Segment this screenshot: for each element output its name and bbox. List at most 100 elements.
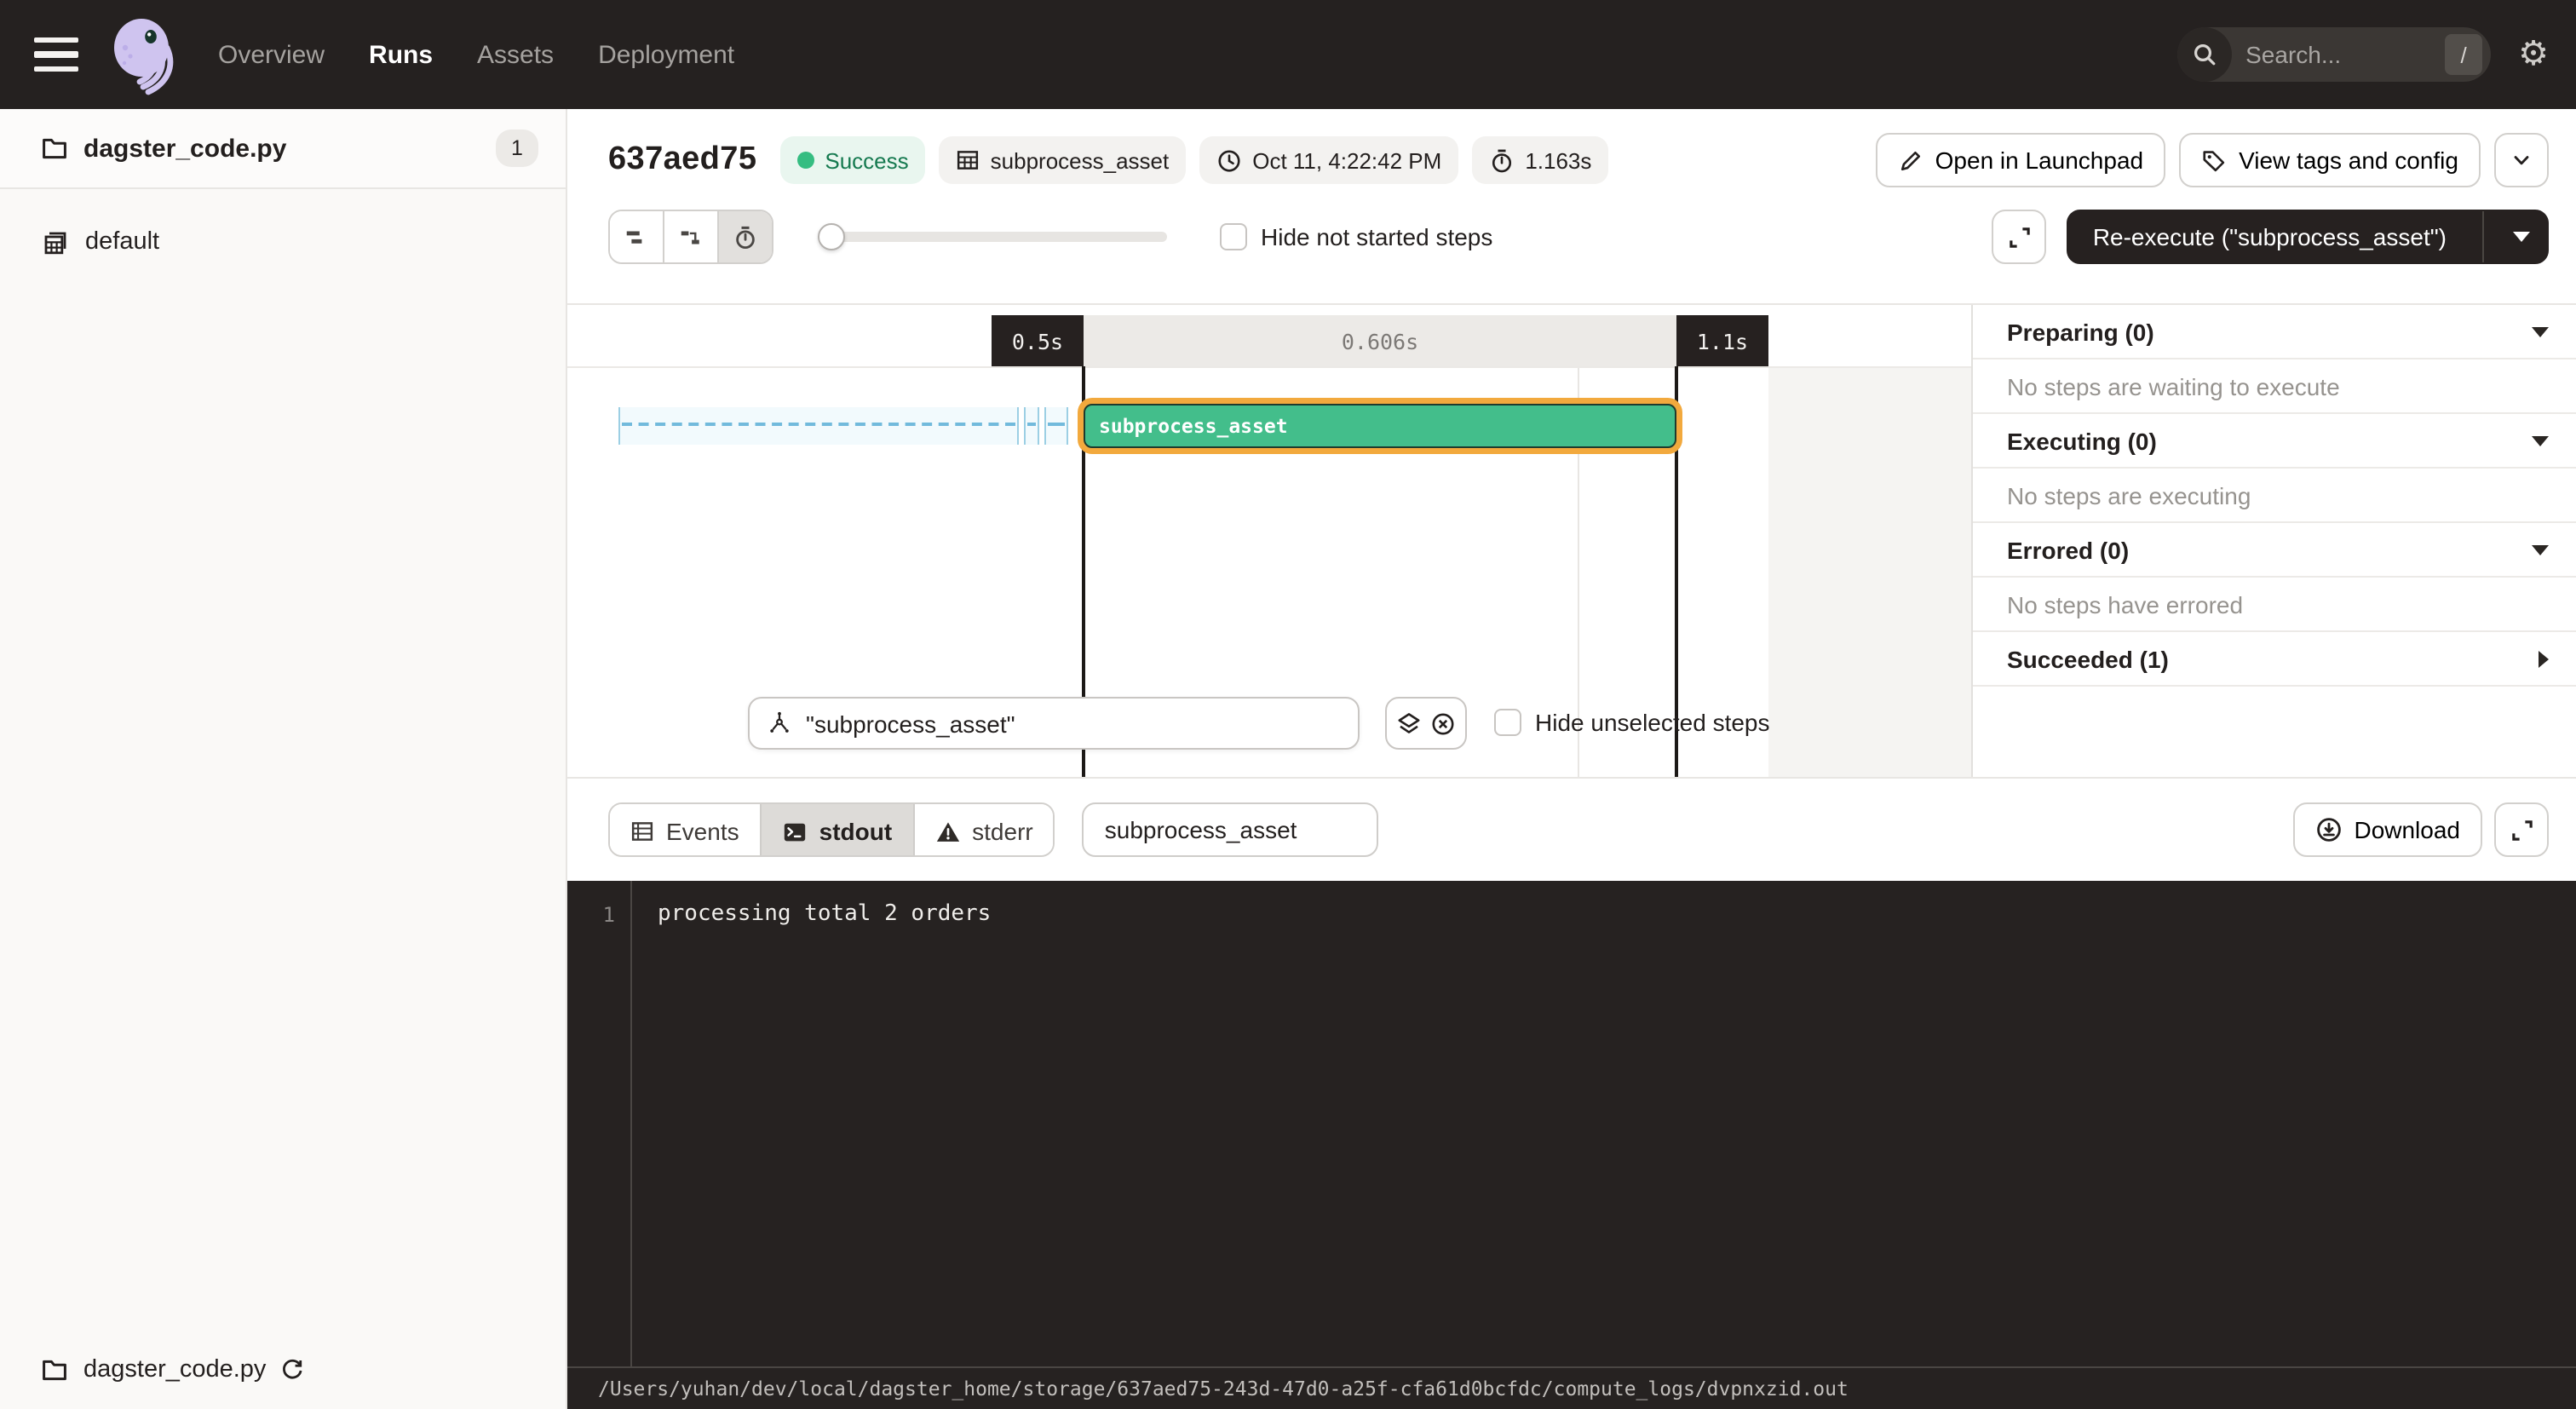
hide-unselected-checkbox[interactable]	[1494, 709, 1521, 736]
hide-not-started-control: Hide not started steps	[1220, 223, 1492, 250]
timer-icon	[733, 224, 758, 250]
log-step-selector[interactable]: subprocess_asset	[1083, 802, 1379, 857]
reload-repo-button[interactable]	[279, 1357, 305, 1383]
repo-count-badge: 1	[496, 129, 538, 167]
layers-icon[interactable]	[1394, 710, 1422, 737]
main-content: 637aed75 Success subprocess_a	[567, 109, 2576, 1409]
hamburger-menu-icon[interactable]	[34, 37, 78, 72]
hide-not-started-checkbox[interactable]	[1220, 223, 1247, 250]
selection-end-time-badge: 1.1s	[1676, 315, 1768, 366]
run-title-row: 637aed75 Success subprocess_a	[608, 133, 2549, 187]
hide-not-started-label: Hide not started steps	[1261, 223, 1492, 250]
search-placeholder: Search...	[2245, 41, 2445, 68]
view-mode-waterfall-button[interactable]	[663, 211, 717, 262]
nav-item-assets[interactable]: Assets	[477, 40, 554, 69]
step-status-panel: Preparing (0) No steps are waiting to ex…	[1971, 305, 2576, 777]
button-divider	[2482, 211, 2484, 262]
repo-name: dagster_code.py	[83, 134, 286, 163]
log-file-path-bar: /Users/yuhan/dev/local/dagster_home/stor…	[567, 1366, 2576, 1409]
download-button[interactable]: Download	[2292, 802, 2482, 857]
log-fullscreen-button[interactable]	[2494, 802, 2549, 857]
step-panel-section-header[interactable]: Succeeded (1)	[1973, 632, 2576, 687]
slider-thumb[interactable]	[818, 223, 845, 250]
search-input[interactable]: Search... /	[2177, 27, 2491, 82]
step-filter-value: "subprocess_asset"	[806, 710, 1015, 737]
log-line-number: 1	[567, 903, 615, 927]
tab-events[interactable]: Events	[610, 804, 760, 857]
job-icon	[41, 227, 70, 256]
gantt-toolbar: Hide not started steps Re-execute ("subp…	[608, 210, 2549, 264]
chevron-right-icon	[2539, 650, 2549, 667]
open-in-launchpad-button[interactable]: Open in Launchpad	[1876, 133, 2165, 187]
expand-icon	[2007, 224, 2033, 250]
run-header: 637aed75 Success subprocess_a	[567, 109, 2576, 303]
warning-icon	[934, 819, 960, 844]
dagster-logo[interactable]	[102, 14, 181, 95]
download-icon	[2314, 816, 2342, 843]
status-label: Success	[825, 147, 908, 173]
timer-icon	[1489, 147, 1515, 173]
slider-track	[818, 232, 1167, 242]
gantt-filter-row: "subprocess_asset"	[567, 697, 1971, 750]
asset-badge[interactable]: subprocess_asset	[940, 136, 1187, 184]
dagster-run-page: Overview Runs Assets Deployment Search..…	[0, 0, 2576, 1409]
queued-marker-segment	[1024, 407, 1039, 445]
tab-stdout-label: stdout	[819, 818, 893, 845]
reexecute-button[interactable]: Re-execute ("subprocess_asset")	[2067, 210, 2549, 264]
gear-icon[interactable]: ⚙	[2518, 37, 2549, 72]
hide-unselected-control: Hide unselected steps	[1494, 709, 1770, 736]
gantt-step-bar-subprocess-asset[interactable]: subprocess_asset	[1084, 404, 1676, 448]
folder-icon	[41, 135, 68, 162]
sidebar-item-default-job[interactable]: default	[0, 213, 566, 271]
gantt-chart[interactable]: 0.5s 0.606s 1.1s subprocess_asset	[567, 305, 1971, 777]
run-header-more-button[interactable]	[2494, 133, 2549, 187]
search-icon	[2177, 27, 2232, 82]
tab-stdout[interactable]: stdout	[760, 804, 913, 857]
gantt-fullscreen-button[interactable]	[1992, 210, 2047, 264]
tag-icon	[2201, 147, 2227, 173]
table-icon	[630, 820, 654, 843]
section-message: No steps are executing	[2007, 481, 2251, 509]
timestamp-badge: Oct 11, 4:22:42 PM	[1199, 136, 1458, 184]
log-tabs-row: Events stdout	[567, 779, 2576, 881]
gutter-divider	[630, 881, 632, 1366]
tab-stderr[interactable]: stderr	[912, 804, 1054, 857]
view-mode-flat-button[interactable]	[610, 211, 663, 262]
step-panel-section-header[interactable]: Executing (0)	[1973, 414, 2576, 469]
folder-icon	[41, 1356, 68, 1383]
terminal-icon	[782, 819, 808, 844]
step-filter-input[interactable]: "subprocess_asset"	[748, 697, 1360, 750]
view-tags-config-button[interactable]: View tags and config	[2179, 133, 2481, 187]
selection-duration-label: 0.606s	[1084, 315, 1676, 366]
nav-item-deployment[interactable]: Deployment	[598, 40, 734, 69]
section-message: No steps have errored	[2007, 590, 2243, 618]
nav-item-overview[interactable]: Overview	[218, 40, 325, 69]
table-icon	[957, 148, 980, 172]
clear-selection-icon[interactable]	[1430, 710, 1458, 737]
step-panel-message: No steps are executing	[1973, 469, 2576, 523]
reexecute-dropdown-button[interactable]	[2496, 232, 2547, 242]
view-mode-timed-button[interactable]	[717, 211, 772, 262]
chevron-down-icon	[2510, 148, 2533, 172]
gantt-header-divider	[567, 366, 1971, 368]
log-line-text: processing total 2 orders	[658, 901, 991, 927]
primary-nav: Overview Runs Assets Deployment	[218, 40, 734, 69]
waterfall-view-icon	[678, 224, 704, 250]
step-panel-section-header[interactable]: Errored (0)	[1973, 523, 2576, 578]
sidebar-repo-header[interactable]: dagster_code.py 1	[0, 109, 566, 189]
section-title: Executing (0)	[2007, 427, 2157, 454]
section-message: No steps are waiting to execute	[2007, 372, 2340, 400]
log-viewer[interactable]: 1 processing total 2 orders	[567, 881, 2576, 1366]
step-panel-message: No steps are waiting to execute	[1973, 359, 2576, 414]
gantt-zoom-slider[interactable]	[818, 223, 1167, 250]
timestamp-label: Oct 11, 4:22:42 PM	[1252, 147, 1441, 173]
step-panel-section-header[interactable]: Preparing (0)	[1973, 305, 2576, 359]
nav-item-runs[interactable]: Runs	[369, 40, 433, 69]
page-body: dagster_code.py 1 default dagster_code.p…	[0, 109, 2576, 1409]
flat-view-icon	[624, 224, 649, 250]
hide-unselected-label: Hide unselected steps	[1535, 709, 1770, 736]
expand-icon	[2509, 817, 2534, 843]
chevron-down-icon	[2532, 544, 2549, 555]
gantt-view-mode-group	[608, 210, 773, 264]
tab-events-label: Events	[666, 818, 739, 845]
